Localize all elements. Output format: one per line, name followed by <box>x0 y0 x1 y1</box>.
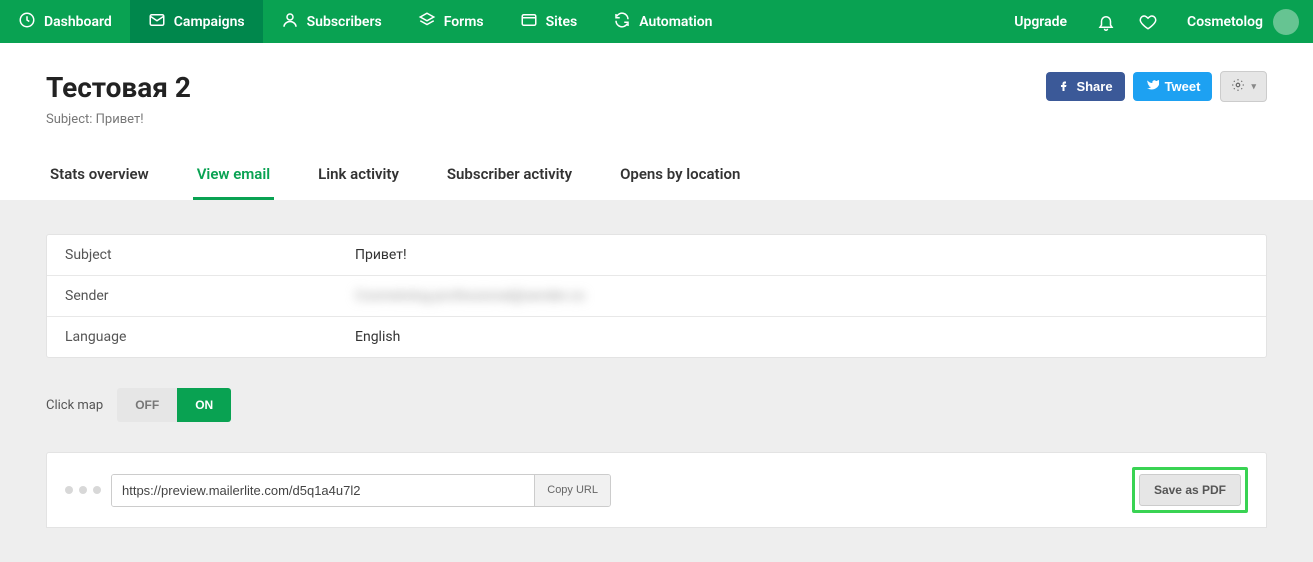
dot <box>79 486 87 494</box>
info-row-sender: Sender Cosmetolog-professional@sender.co <box>47 276 1266 317</box>
nav-automation[interactable]: Automation <box>595 0 730 43</box>
window-dots <box>65 486 101 494</box>
dot <box>93 486 101 494</box>
nav-subscribers[interactable]: Subscribers <box>263 0 400 43</box>
share-button[interactable]: Share <box>1046 72 1124 101</box>
dot <box>65 486 73 494</box>
refresh-icon <box>613 11 631 33</box>
mail-icon <box>148 11 166 33</box>
nav-upgrade[interactable]: Upgrade <box>996 0 1085 43</box>
page-title: Тестовая 2 <box>46 71 191 104</box>
header-actions: Share Tweet ▾ <box>1046 71 1267 102</box>
content: Subject Привет! Sender Cosmetolog-profes… <box>0 200 1313 562</box>
nav-campaigns[interactable]: Campaigns <box>130 0 263 43</box>
twitter-icon <box>1145 79 1159 94</box>
nav-user[interactable]: Cosmetolog <box>1169 0 1313 43</box>
tabs: Stats overview View email Link activity … <box>46 155 1267 200</box>
nav-forms[interactable]: Forms <box>400 0 502 43</box>
info-row-subject: Subject Привет! <box>47 235 1266 276</box>
tab-stats-overview[interactable]: Stats overview <box>46 155 153 200</box>
clickmap-on-button[interactable]: ON <box>177 388 231 422</box>
save-as-pdf-button[interactable]: Save as PDF <box>1139 474 1241 506</box>
clock-icon <box>18 11 36 33</box>
chevron-down-icon: ▾ <box>1251 81 1256 92</box>
bell-icon[interactable] <box>1085 0 1127 43</box>
page-header: Тестовая 2 Subject: Привет! Share Tweet … <box>0 43 1313 200</box>
top-nav: Dashboard Campaigns Subscribers Forms Si… <box>0 0 1313 43</box>
preview-url-input[interactable] <box>112 475 534 506</box>
tab-subscriber-activity[interactable]: Subscriber activity <box>443 155 576 200</box>
copy-url-button[interactable]: Copy URL <box>534 475 610 506</box>
clickmap-off-button[interactable]: OFF <box>117 388 177 422</box>
preview-bar: Copy URL Save as PDF <box>46 452 1267 528</box>
clickmap-toggle: OFF ON <box>117 388 231 422</box>
page-subject: Subject: Привет! <box>46 112 191 127</box>
gear-icon <box>1231 78 1245 95</box>
clickmap-label: Click map <box>46 398 103 413</box>
layers-icon <box>418 11 436 33</box>
tab-link-activity[interactable]: Link activity <box>314 155 403 200</box>
user-icon <box>281 11 299 33</box>
settings-button[interactable]: ▾ <box>1220 71 1267 102</box>
tab-view-email[interactable]: View email <box>193 155 274 200</box>
avatar <box>1273 9 1299 35</box>
facebook-icon <box>1058 79 1070 94</box>
clickmap-row: Click map OFF ON <box>46 388 1267 422</box>
nav-sites[interactable]: Sites <box>502 0 596 43</box>
browser-icon <box>520 11 538 33</box>
tab-opens-by-location[interactable]: Opens by location <box>616 155 744 200</box>
info-table: Subject Привет! Sender Cosmetolog-profes… <box>46 234 1267 358</box>
save-pdf-highlight: Save as PDF <box>1132 467 1248 513</box>
tweet-button[interactable]: Tweet <box>1133 72 1213 101</box>
url-field-wrap: Copy URL <box>111 474 611 507</box>
nav-dashboard[interactable]: Dashboard <box>0 0 130 43</box>
info-row-language: Language English <box>47 317 1266 357</box>
heart-icon[interactable] <box>1127 0 1169 43</box>
